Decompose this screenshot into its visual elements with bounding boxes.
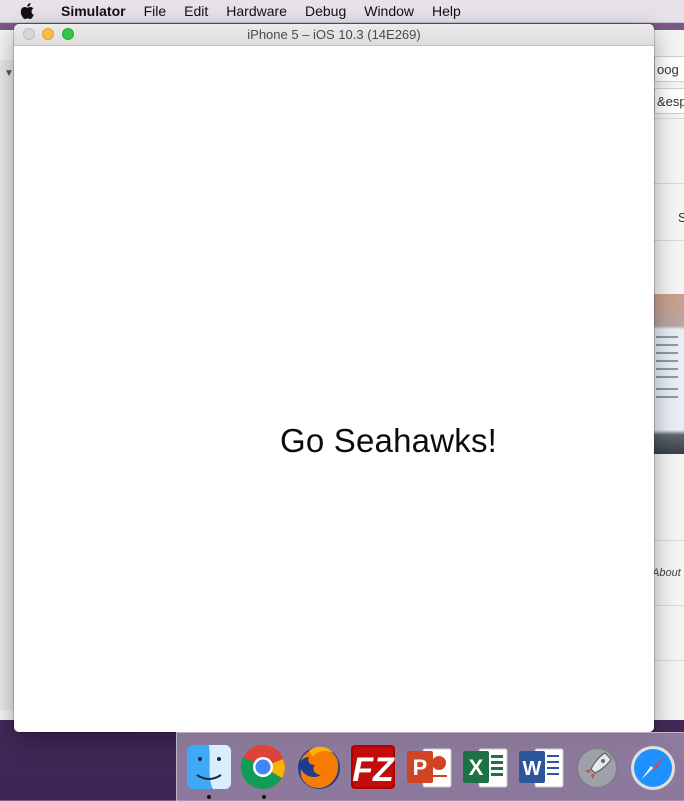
window-title: iPhone 5 – iOS 10.3 (14E269) <box>247 27 421 42</box>
menu-help[interactable]: Help <box>425 3 468 19</box>
divider <box>654 605 684 606</box>
background-about-link[interactable]: About <box>652 567 681 579</box>
background-thumbnail-image <box>654 294 684 454</box>
safari-icon[interactable] <box>629 741 677 793</box>
divider <box>654 540 684 541</box>
window-title-bar[interactable]: iPhone 5 – iOS 10.3 (14E269) <box>14 24 654 46</box>
excel-icon[interactable]: X <box>461 741 509 793</box>
seahawks-label: Go Seahawks! <box>280 422 498 459</box>
apple-icon[interactable] <box>20 3 34 19</box>
firefox-icon[interactable] <box>295 741 343 793</box>
finder-icon[interactable] <box>185 741 233 793</box>
background-text-field[interactable]: &espv <box>654 88 684 114</box>
launchpad-icon[interactable] <box>573 741 621 793</box>
svg-text:P: P <box>413 755 428 780</box>
menu-file[interactable]: File <box>137 3 174 19</box>
menu-bar: Simulator File Edit Hardware Debug Windo… <box>0 0 684 23</box>
simulator-window: iPhone 5 – iOS 10.3 (14E269) Go Seahawks… <box>14 24 654 732</box>
svg-text:FZ: FZ <box>352 751 395 789</box>
svg-text:W: W <box>523 758 542 780</box>
divider <box>654 118 684 119</box>
menu-debug[interactable]: Debug <box>298 3 353 19</box>
menu-window[interactable]: Window <box>357 3 421 19</box>
svg-text:X: X <box>469 755 484 780</box>
filezilla-icon[interactable]: FZ <box>349 741 397 793</box>
divider <box>654 660 684 661</box>
background-left-panel <box>0 60 15 710</box>
menu-edit[interactable]: Edit <box>177 3 215 19</box>
simulator-screen[interactable]: Go Seahawks! <box>14 46 654 732</box>
menu-hardware[interactable]: Hardware <box>219 3 294 19</box>
powerpoint-icon[interactable]: P <box>405 741 453 793</box>
word-icon[interactable]: W <box>517 741 565 793</box>
menu-simulator[interactable]: Simulator <box>54 3 133 19</box>
chrome-icon[interactable] <box>239 741 287 793</box>
background-text-fragment: S <box>678 210 684 225</box>
running-indicator <box>262 795 266 799</box>
divider <box>654 183 684 184</box>
background-address-field[interactable]: oog <box>654 56 684 82</box>
dock: FZ P X W <box>176 732 684 801</box>
divider <box>654 240 684 241</box>
disclosure-triangle-icon[interactable]: ▼ <box>4 68 14 79</box>
running-indicator <box>207 795 211 799</box>
